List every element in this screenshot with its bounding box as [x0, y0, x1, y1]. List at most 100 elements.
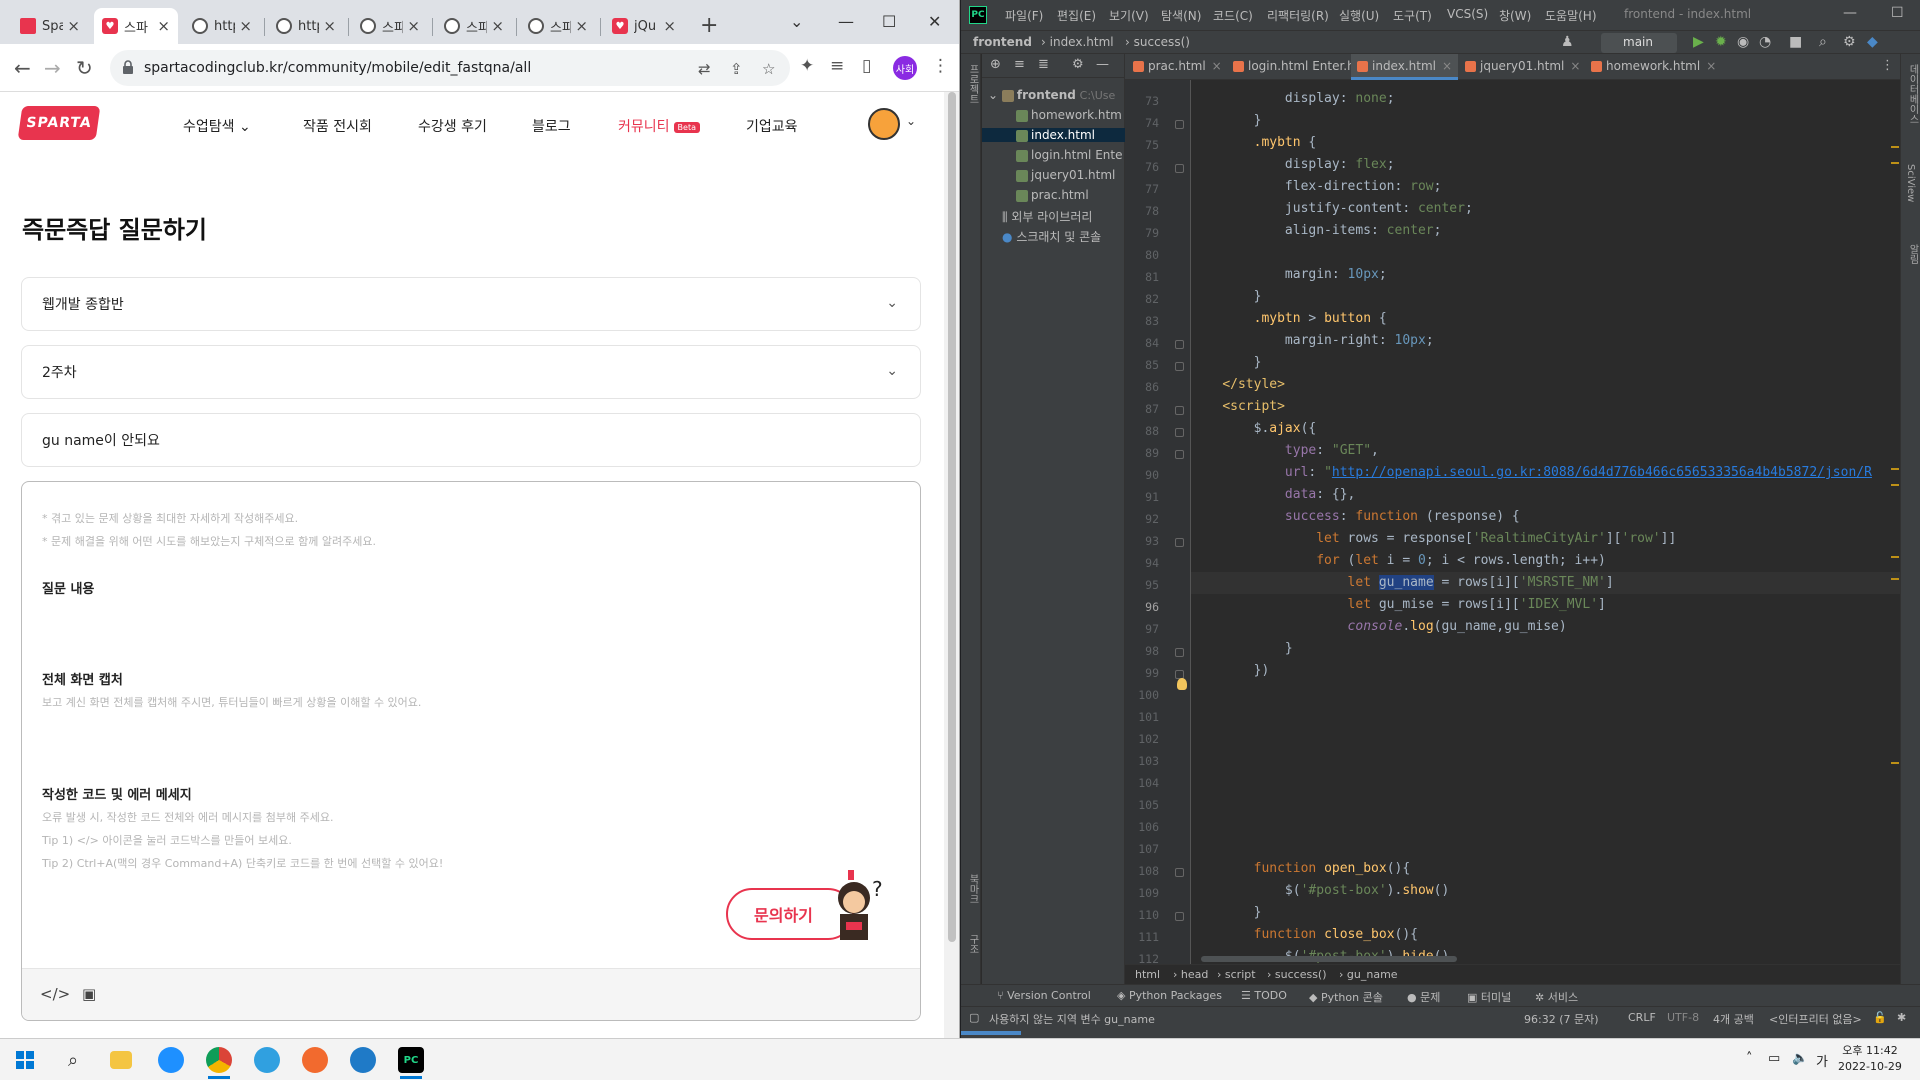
search-icon[interactable]: ⌕ — [60, 1047, 86, 1073]
fold-marker[interactable] — [1175, 538, 1184, 547]
menu-edit[interactable]: 편집(E) — [1057, 7, 1096, 24]
crumb-project[interactable]: frontend — [973, 35, 1032, 49]
week-select[interactable]: 2주차 ⌄ — [21, 345, 921, 399]
project-tool-button[interactable]: 프로젝트 — [965, 64, 980, 104]
maximize-icon[interactable]: ☐ — [1891, 5, 1904, 21]
close-icon[interactable]: × — [323, 17, 336, 35]
browser-tab-5[interactable]: 스파 × — [352, 8, 428, 44]
scroll-thumb[interactable] — [948, 92, 956, 942]
chevron-up-icon[interactable]: ˄ — [1746, 1051, 1753, 1066]
code-crumb[interactable]: › gu_name — [1339, 968, 1398, 981]
notifications-tool-button[interactable]: 알림 — [1905, 244, 1920, 264]
tool-services[interactable]: ✲ 서비스 — [1535, 989, 1578, 1005]
close-icon[interactable]: × — [1442, 59, 1452, 73]
menu-help[interactable]: 도움말(H) — [1545, 7, 1597, 24]
maximize-icon[interactable]: ☐ — [882, 12, 896, 31]
tree-file-selected[interactable]: index.html — [982, 128, 1125, 142]
nav-community[interactable]: 커뮤니티 Beta — [618, 116, 700, 136]
structure-tool-button[interactable]: 구조 — [965, 934, 980, 954]
file-encoding[interactable]: UTF-8 — [1667, 1011, 1699, 1024]
menu-refactor[interactable]: 리팩터링(R) — [1267, 7, 1329, 24]
fold-marker[interactable] — [1175, 406, 1184, 415]
error-stripe[interactable] — [1890, 80, 1900, 964]
close-icon[interactable]: × — [239, 17, 252, 35]
run-icon[interactable]: ▶ — [1693, 34, 1704, 50]
line-separator[interactable]: CRLF — [1628, 1011, 1656, 1024]
windows-start-icon[interactable] — [12, 1047, 38, 1073]
close-icon[interactable]: × — [1212, 59, 1222, 73]
menu-window[interactable]: 창(W) — [1499, 7, 1531, 24]
tool-version-control[interactable]: ⑂ Version Control — [997, 989, 1091, 1002]
ide-notify-icon[interactable]: ✱ — [1897, 1011, 1906, 1024]
code-crumb[interactable]: › success() — [1267, 968, 1327, 981]
fold-marker[interactable] — [1175, 340, 1184, 349]
minimize-icon[interactable]: — — [838, 12, 854, 31]
gear-icon[interactable]: ⚙ — [1843, 34, 1856, 50]
editor-tab-prac[interactable]: prac.html × — [1133, 54, 1222, 80]
question-title-input[interactable]: gu name이 안되요 — [21, 413, 921, 467]
database-tool-button[interactable]: 데이터베이스 — [1905, 64, 1920, 124]
menu-navigate[interactable]: 탐색(N) — [1161, 7, 1201, 24]
tool-python-console[interactable]: ◆ Python 콘솔 — [1309, 989, 1383, 1005]
fold-marker[interactable] — [1175, 450, 1184, 459]
forward-icon[interactable]: → — [44, 56, 61, 80]
coverage-icon[interactable]: ◉ — [1737, 34, 1749, 50]
editor-tab-jquery01[interactable]: jquery01.html × — [1465, 54, 1580, 80]
image-icon[interactable]: ▣ — [82, 985, 96, 1003]
fold-marker[interactable] — [1175, 428, 1184, 437]
back-icon[interactable]: ← — [14, 56, 31, 80]
search-icon[interactable]: ⌕ — [1819, 34, 1827, 50]
crumb-function[interactable]: › success() — [1125, 35, 1190, 49]
code-crumb[interactable]: › script — [1217, 968, 1256, 981]
browser-tab-7[interactable]: 스파 × — [520, 8, 596, 44]
extensions-icon[interactable]: ✦ — [800, 56, 814, 76]
code-editor[interactable]: ⚠10 ⚠8 ✔45 ˄ ˅ display: none; } .mybtn {… — [1191, 80, 1900, 964]
code-block-icon[interactable]: </> — [40, 985, 70, 1003]
app-icon[interactable] — [302, 1047, 328, 1073]
browser-tab-1[interactable]: Spa × — [12, 8, 88, 44]
horizontal-scrollbar[interactable] — [1201, 956, 1457, 962]
tree-scratches[interactable]: ● 스크래치 및 콘솔 — [1002, 228, 1101, 245]
menu-vcs[interactable]: VCS(S) — [1447, 7, 1488, 21]
collapse-icon[interactable]: ≣ — [1038, 57, 1049, 72]
app-icon[interactable] — [350, 1047, 376, 1073]
course-select[interactable]: 웹개발 종합반 ⌄ — [21, 277, 921, 331]
gear-icon[interactable]: ⚙ — [1072, 57, 1084, 72]
pycharm-taskbar-icon[interactable]: PC — [398, 1047, 424, 1079]
caret-position[interactable]: 96:32 (7 문자) — [1524, 1011, 1599, 1027]
volume-icon[interactable]: 🔈 — [1792, 1051, 1808, 1066]
star-icon[interactable]: ☆ — [762, 60, 775, 78]
close-icon[interactable]: × — [157, 17, 170, 35]
nav-reviews[interactable]: 수강생 후기 — [418, 116, 487, 136]
crumb-file[interactable]: › index.html — [1041, 35, 1114, 49]
status-toggle-icon[interactable]: ▢ — [969, 1011, 979, 1024]
lock-icon[interactable]: 🔓 — [1873, 1011, 1887, 1024]
tab-menu-icon[interactable]: ⋮ — [1881, 58, 1894, 73]
minimize-icon[interactable]: — — [1843, 5, 1857, 21]
menu-run[interactable]: 실행(U) — [1339, 7, 1379, 24]
fold-marker[interactable] — [1175, 868, 1184, 877]
fold-marker[interactable] — [1175, 912, 1184, 921]
indent-setting[interactable]: 4개 공백 — [1713, 1011, 1754, 1027]
question-editor[interactable]: * 겪고 있는 문제 상황을 최대한 자세하게 작성해주세요. * 문제 해결을… — [21, 481, 921, 1021]
jetbrains-icon[interactable]: ◆ — [1867, 34, 1878, 50]
new-tab-icon[interactable]: + — [700, 15, 718, 37]
locate-icon[interactable]: ⊕ — [990, 57, 1001, 72]
file-explorer-icon[interactable] — [110, 1051, 132, 1069]
tab-search-icon[interactable]: ⌄ — [790, 12, 803, 31]
menu-dots-icon[interactable]: ⋮ — [932, 56, 949, 76]
menu-tools[interactable]: 도구(T) — [1393, 7, 1432, 24]
nav-course-explore[interactable]: 수업탐색 ⌄ — [183, 116, 251, 136]
profile-avatar[interactable]: 사회 — [893, 56, 917, 80]
lightbulb-icon[interactable] — [1177, 678, 1187, 690]
tool-todo[interactable]: ☰ TODO — [1241, 989, 1287, 1002]
user-icon[interactable]: ♟ — [1561, 34, 1574, 50]
side-panel-icon[interactable]: ▯ — [862, 56, 871, 76]
tree-file[interactable]: login.html Ente — [1016, 148, 1122, 162]
close-icon[interactable]: × — [575, 17, 588, 35]
code-crumb[interactable]: › head — [1173, 968, 1208, 981]
code-crumb[interactable]: html — [1135, 968, 1160, 981]
fold-marker[interactable] — [1175, 362, 1184, 371]
menu-file[interactable]: 파일(F) — [1005, 7, 1043, 24]
fold-marker[interactable] — [1175, 120, 1184, 129]
